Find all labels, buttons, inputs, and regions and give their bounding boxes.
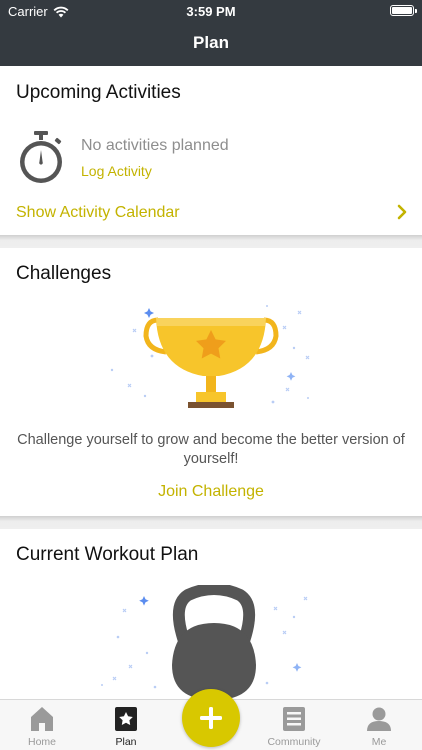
upcoming-activities-card: Upcoming Activities No activities planne… bbox=[0, 66, 422, 235]
status-time: 3:59 PM bbox=[186, 4, 236, 19]
upcoming-activities-title: Upcoming Activities bbox=[16, 82, 181, 103]
tab-me[interactable]: Me bbox=[337, 700, 421, 750]
add-button[interactable] bbox=[182, 689, 240, 747]
show-activity-calendar-link[interactable]: Show Activity Calendar bbox=[16, 204, 180, 222]
current-workout-plan-title: Current Workout Plan bbox=[16, 544, 199, 565]
plan-icon bbox=[115, 707, 137, 731]
battery-icon bbox=[390, 5, 417, 16]
tab-home[interactable]: Home bbox=[0, 700, 84, 750]
current-workout-plan-card: Current Workout Plan bbox=[0, 529, 422, 700]
top-bar: Carrier 3:59 PM Plan bbox=[0, 0, 422, 66]
kettlebell-icon bbox=[101, 585, 308, 700]
tab-community-label: Community bbox=[267, 736, 321, 748]
community-icon bbox=[283, 707, 305, 731]
page-title: Plan bbox=[193, 33, 229, 52]
status-bar: Carrier 3:59 PM bbox=[0, 0, 422, 22]
tab-community[interactable]: Community bbox=[252, 700, 336, 750]
home-icon bbox=[31, 707, 53, 731]
tab-plan[interactable]: Plan bbox=[84, 700, 168, 750]
join-challenge-link[interactable]: Join Challenge bbox=[0, 483, 422, 501]
section-divider bbox=[0, 235, 422, 248]
plus-icon bbox=[200, 707, 222, 729]
challenges-card: Challenges Challenge yourself to grow an… bbox=[0, 248, 422, 516]
profile-icon bbox=[367, 707, 391, 731]
challenges-title: Challenges bbox=[16, 263, 112, 284]
stopwatch-icon bbox=[20, 131, 62, 183]
log-activity-link[interactable]: Log Activity bbox=[81, 163, 152, 179]
tab-home-label: Home bbox=[27, 736, 56, 748]
chevron-right-icon[interactable] bbox=[396, 203, 408, 221]
section-divider bbox=[0, 516, 422, 529]
no-activities-text: No activities planned bbox=[81, 137, 229, 154]
tab-plan-label: Plan bbox=[115, 736, 137, 748]
trophy-icon bbox=[110, 305, 310, 408]
challenge-description: Challenge yourself to grow and become th… bbox=[17, 432, 405, 467]
tab-me-label: Me bbox=[371, 736, 387, 748]
